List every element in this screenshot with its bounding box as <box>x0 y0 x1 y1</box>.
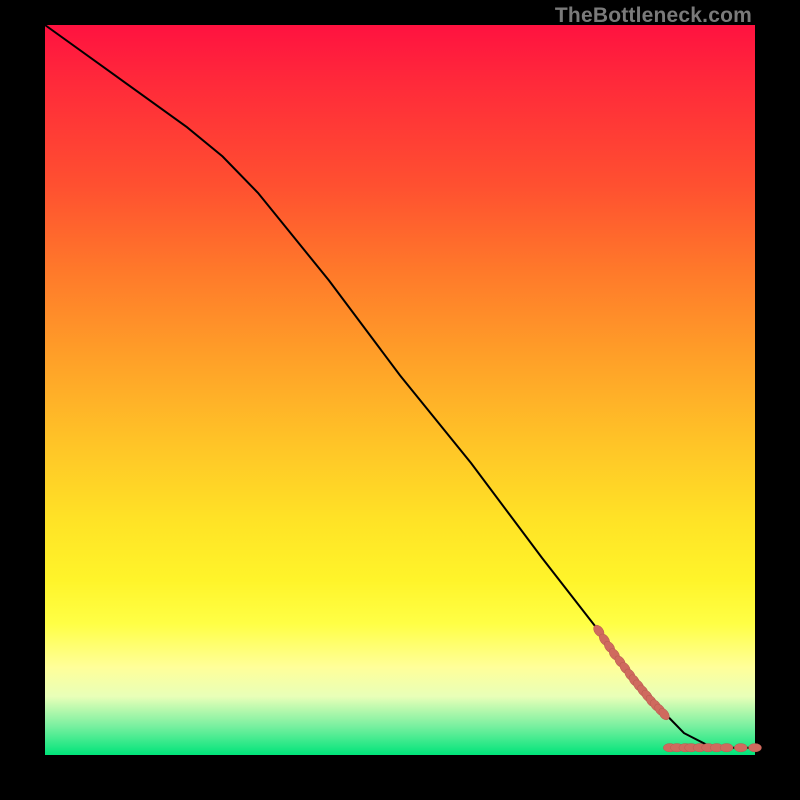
chart-frame: TheBottleneck.com <box>0 0 800 800</box>
curve-path <box>45 25 755 748</box>
marker-dot <box>720 744 733 752</box>
marker-dot <box>749 744 762 752</box>
chart-overlay <box>45 25 755 755</box>
marker-cluster <box>591 623 761 752</box>
marker-dot <box>734 744 747 752</box>
